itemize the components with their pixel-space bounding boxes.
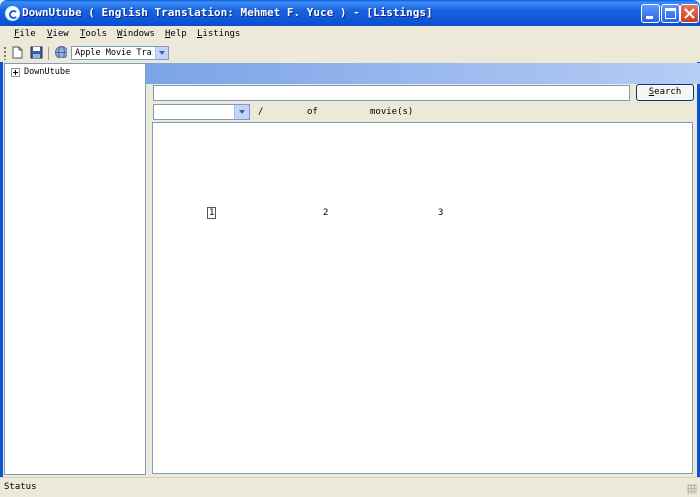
- resize-grip-icon[interactable]: [687, 484, 697, 494]
- minimize-icon: [646, 16, 653, 19]
- listings-header: [146, 63, 700, 84]
- chevron-down-icon[interactable]: [234, 105, 249, 119]
- menu-help[interactable]: Help: [165, 29, 187, 39]
- new-document-icon[interactable]: [11, 46, 24, 59]
- pager-of-label: of: [307, 107, 318, 117]
- menu-file[interactable]: File: [14, 29, 36, 39]
- search-button[interactable]: Search: [636, 84, 694, 101]
- menu-bar: File View Tools Windows Help Listings: [0, 26, 700, 44]
- menu-windows[interactable]: Windows: [117, 29, 155, 39]
- app-icon: [5, 6, 20, 21]
- close-icon: [684, 8, 695, 19]
- pager-count-label: movie(s): [370, 107, 414, 117]
- toolbar-separator: [48, 47, 49, 60]
- globe-icon[interactable]: [54, 45, 67, 58]
- close-button[interactable]: [680, 4, 699, 23]
- menu-view[interactable]: View: [47, 29, 69, 39]
- window-frame-left: [0, 26, 3, 496]
- search-input[interactable]: [153, 85, 630, 101]
- page-link-3[interactable]: 3: [438, 208, 443, 218]
- window-title: DownUtube ( English Translation: Mehmet …: [22, 6, 433, 19]
- toolbar: Apple Movie Trai:: [0, 44, 700, 62]
- minimize-button[interactable]: [641, 4, 660, 23]
- menu-listings[interactable]: Listings: [197, 29, 240, 39]
- navigation-tree[interactable]: DownUtube: [4, 63, 146, 475]
- status-bar: Status: [0, 477, 700, 497]
- maximize-icon: [665, 8, 676, 19]
- page-link-2[interactable]: 2: [323, 208, 328, 218]
- title-bar[interactable]: DownUtube ( English Translation: Mehmet …: [0, 0, 700, 26]
- toolbar-grip[interactable]: [4, 47, 6, 60]
- menu-tools[interactable]: Tools: [80, 29, 107, 39]
- status-text: Status: [4, 482, 37, 492]
- pager-slash: /: [258, 107, 264, 117]
- maximize-button[interactable]: [661, 4, 680, 23]
- expand-icon[interactable]: [11, 68, 20, 77]
- page-link-1[interactable]: 1: [207, 207, 217, 219]
- chevron-down-icon[interactable]: [155, 47, 168, 59]
- tree-item-downutube[interactable]: DownUtube: [24, 67, 70, 77]
- listings-content: 1 2 3: [152, 122, 693, 474]
- source-select[interactable]: Apple Movie Trai:: [71, 46, 169, 60]
- save-icon[interactable]: [30, 46, 43, 59]
- page-select[interactable]: [153, 104, 250, 120]
- source-select-value: Apple Movie Trai:: [75, 48, 153, 58]
